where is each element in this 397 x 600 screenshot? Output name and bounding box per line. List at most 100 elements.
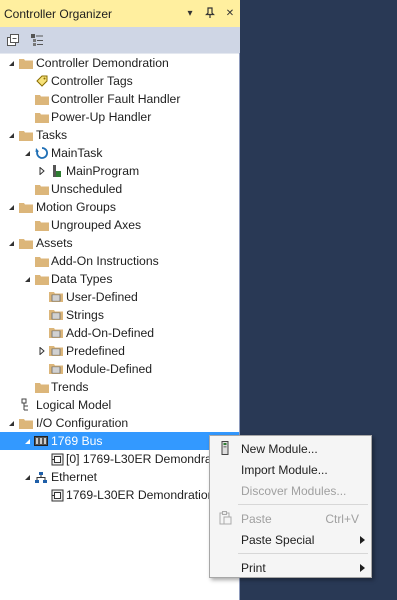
tree-node-label: Controller Demondration <box>36 56 169 70</box>
submenu-arrow-icon <box>360 563 365 572</box>
tree-node-add-on-defined[interactable]: Add-On-Defined <box>0 324 239 342</box>
folder-icon <box>34 271 50 287</box>
menu-item-label: Discover Modules... <box>241 483 347 498</box>
new-module-icon <box>218 441 232 455</box>
collapse-all-icon[interactable] <box>4 31 22 49</box>
tree-node-label: Data Types <box>51 272 113 286</box>
module-icon <box>49 487 65 503</box>
menu-item-shortcut: Ctrl+V <box>325 511 359 526</box>
bus-icon <box>33 433 49 449</box>
tree-node-label: Power-Up Handler <box>51 110 152 124</box>
menu-item-label: Paste Special <box>241 532 315 547</box>
tree-node-1769-bus[interactable]: 1769 Bus <box>0 432 239 450</box>
tree-node-fault-handler[interactable]: Controller Fault Handler <box>0 90 239 108</box>
collapsed-arrow-icon[interactable] <box>37 342 47 360</box>
expanded-arrow-icon[interactable] <box>22 144 32 162</box>
tree-node-ungrouped-axes[interactable]: Ungrouped Axes <box>0 216 239 234</box>
tree-node-label: MainTask <box>51 146 103 160</box>
folder-icon <box>34 181 50 197</box>
tree-node-unscheduled[interactable]: Unscheduled <box>0 180 239 198</box>
tree-node-motion-groups[interactable]: Motion Groups <box>0 198 239 216</box>
tree-node-controller[interactable]: Controller Demondration <box>0 54 239 72</box>
tags-icon <box>34 73 50 89</box>
menu-item-paste[interactable]: Paste Ctrl+V <box>210 508 371 529</box>
collapsed-arrow-icon[interactable] <box>37 162 47 180</box>
menu-item-label: Import Module... <box>241 462 328 477</box>
tree-node-label: Module-Defined <box>66 362 153 376</box>
tree-node-main-program[interactable]: MainProgram <box>0 162 239 180</box>
tree-node-controller-tags[interactable]: Controller Tags <box>0 72 239 90</box>
tree-node-label: Add-On-Defined <box>66 326 155 340</box>
menu-item-discover-modules[interactable]: Discover Modules... <box>210 480 371 501</box>
folder-icon <box>34 379 50 395</box>
folder-icon <box>18 127 34 143</box>
tree-node-io-configuration[interactable]: I/O Configuration <box>0 414 239 432</box>
tree-node-ethernet[interactable]: Ethernet <box>0 468 239 486</box>
expanded-arrow-icon[interactable] <box>6 234 16 252</box>
tree-node-label: Trends <box>51 380 89 394</box>
module-icon <box>49 451 65 467</box>
dropdown-icon[interactable]: ▾ <box>184 5 196 21</box>
datatype-icon <box>48 343 64 359</box>
menu-item-paste-special[interactable]: Paste Special <box>210 529 371 550</box>
close-icon[interactable]: ✕ <box>224 5 236 21</box>
tree-node-add-on-instructions[interactable]: Add-On Instructions <box>0 252 239 270</box>
tree-node-label: Ungrouped Axes <box>51 218 142 232</box>
tree-node-label: Controller Tags <box>51 74 133 88</box>
folder-icon <box>18 199 34 215</box>
tree-node-label: Unscheduled <box>51 182 123 196</box>
menu-item-print[interactable]: Print <box>210 557 371 578</box>
menu-separator <box>238 553 368 554</box>
tree-node-label: MainProgram <box>66 164 140 178</box>
tree-node-label: 1769 Bus <box>51 434 103 448</box>
tree-node-power-up-handler[interactable]: Power-Up Handler <box>0 108 239 126</box>
tree-node-label: Motion Groups <box>36 200 116 214</box>
folder-icon <box>18 235 34 251</box>
tree-node-strings[interactable]: Strings <box>0 306 239 324</box>
expanded-arrow-icon[interactable] <box>6 126 16 144</box>
tree-node-label: Predefined <box>66 344 125 358</box>
tree-node-label: Controller Fault Handler <box>51 92 181 106</box>
tree-node-label: User-Defined <box>66 290 138 304</box>
controller-organizer-panel: Controller Organizer ▾ ✕ Controller Demo… <box>0 0 240 600</box>
folder-icon <box>18 55 34 71</box>
pin-icon[interactable] <box>204 5 216 21</box>
expanded-arrow-icon[interactable] <box>22 270 32 288</box>
panel-title-bar: Controller Organizer ▾ ✕ <box>0 0 240 27</box>
tree-node-logical-model[interactable]: Logical Model <box>0 396 239 414</box>
tree-node-label: Strings <box>66 308 104 322</box>
program-icon <box>48 163 64 179</box>
menu-item-import-module[interactable]: Import Module... <box>210 459 371 480</box>
tree-node-label: 1769-L30ER Demondration <box>66 488 215 502</box>
tree-node-main-task[interactable]: MainTask <box>0 144 239 162</box>
folder-icon <box>18 415 34 431</box>
expanded-arrow-icon[interactable] <box>22 468 32 486</box>
panel-title: Controller Organizer <box>4 6 113 21</box>
tree-view-icon[interactable] <box>28 31 46 49</box>
organizer-tree: Controller Demondration Controller Tags … <box>0 53 239 600</box>
tree-node-trends[interactable]: Trends <box>0 378 239 396</box>
tree-node-module-defined[interactable]: Module-Defined <box>0 360 239 378</box>
tree-node-label: Logical Model <box>36 398 112 412</box>
tree-node-tasks[interactable]: Tasks <box>0 126 239 144</box>
tree-node-label: Add-On Instructions <box>51 254 159 268</box>
panel-toolbar <box>0 27 240 53</box>
tree-node-user-defined[interactable]: User-Defined <box>0 288 239 306</box>
expanded-arrow-icon[interactable] <box>6 414 16 432</box>
tree-node-predefined[interactable]: Predefined <box>0 342 239 360</box>
menu-item-label: Paste <box>241 511 272 526</box>
datatype-icon <box>48 361 64 377</box>
tree-node-assets[interactable]: Assets <box>0 234 239 252</box>
tree-node-local-controller-module[interactable]: [0] 1769-L30ER Demondration <box>0 450 239 468</box>
expanded-arrow-icon[interactable] <box>6 198 16 216</box>
ethernet-icon <box>33 469 49 485</box>
tree-node-data-types[interactable]: Data Types <box>0 270 239 288</box>
paste-icon <box>218 511 232 525</box>
expanded-arrow-icon[interactable] <box>22 432 32 450</box>
tree-node-ethernet-controller-module[interactable]: 1769-L30ER Demondration <box>0 486 239 504</box>
expanded-arrow-icon[interactable] <box>6 54 16 72</box>
menu-separator <box>238 504 368 505</box>
folder-icon <box>34 91 50 107</box>
tree-node-label: Ethernet <box>51 470 98 484</box>
menu-item-new-module[interactable]: New Module... <box>210 438 371 459</box>
